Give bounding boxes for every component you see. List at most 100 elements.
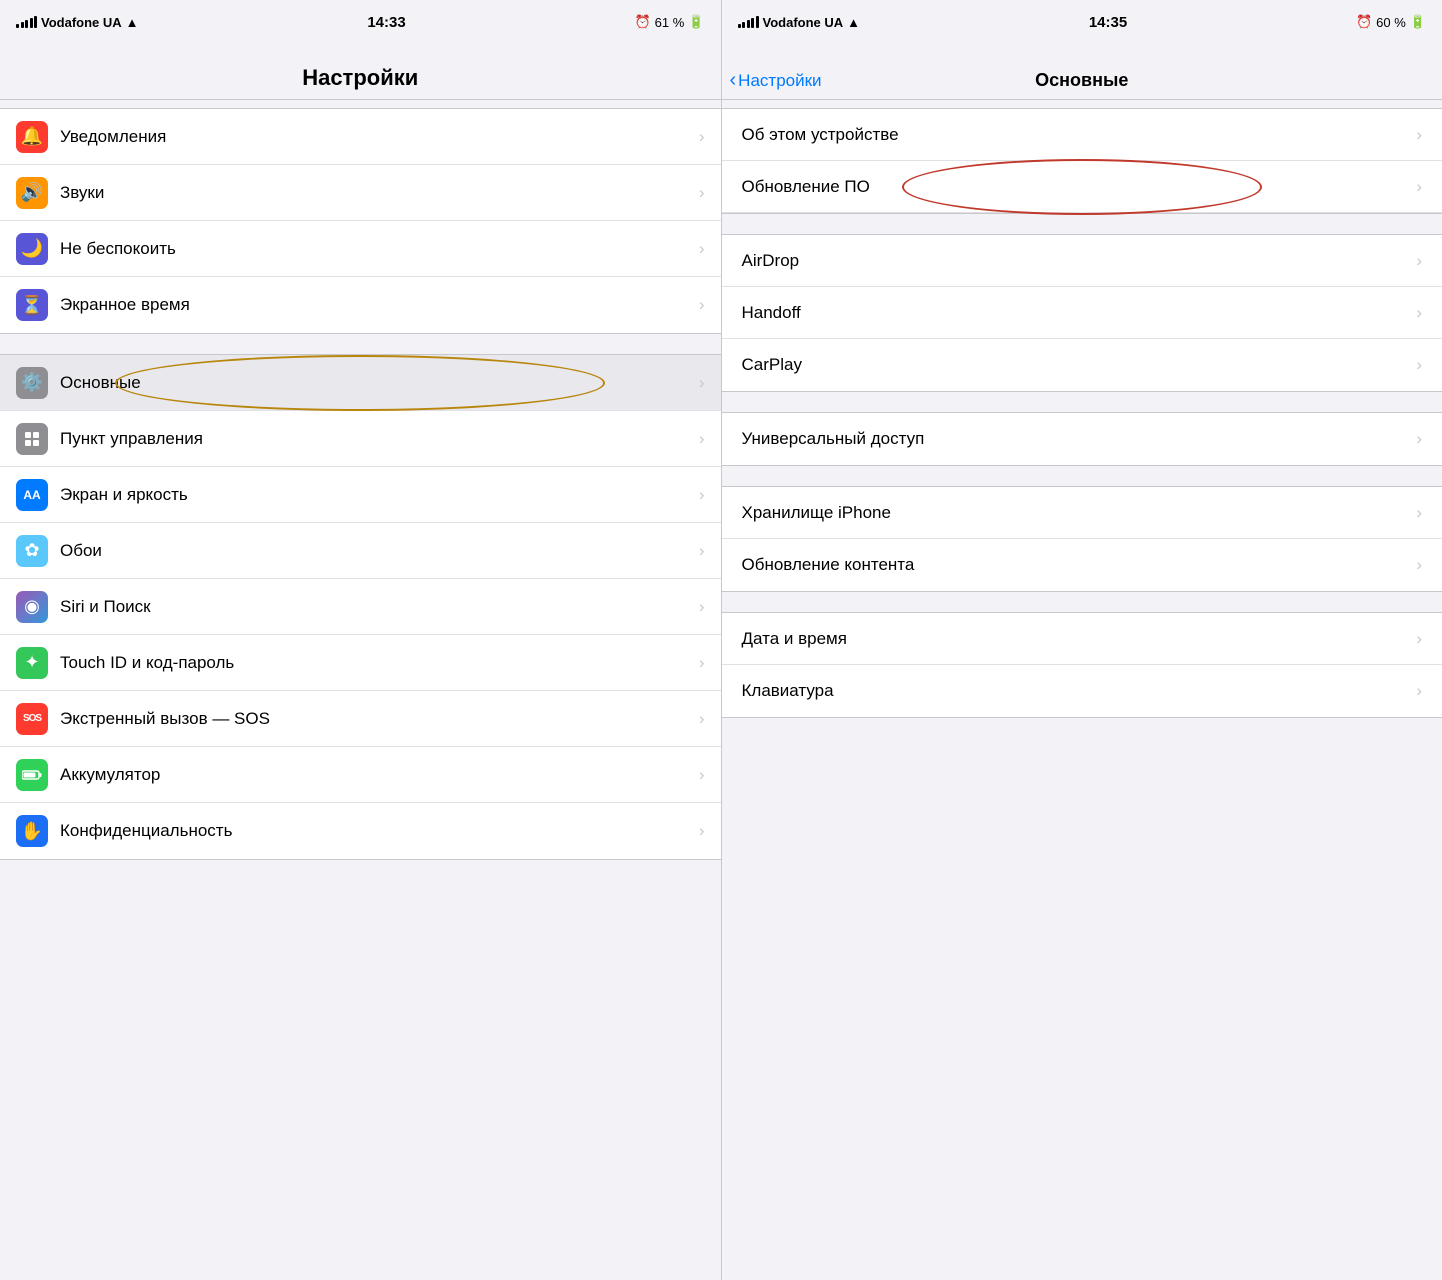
signal-bars-left [16, 16, 37, 28]
row-control-center[interactable]: Пункт управления › [0, 411, 721, 467]
chevron-screen-time: › [699, 295, 705, 315]
sos-icon: SOS [16, 703, 48, 735]
row-handoff[interactable]: Handoff › [722, 287, 1442, 339]
display-icon: AA [16, 479, 48, 511]
row-date-time[interactable]: Дата и время › [722, 613, 1442, 665]
airdrop-label: AirDrop [742, 251, 1417, 271]
left-status-left: Vodafone UA ▲ [16, 15, 139, 30]
carrier-right: Vodafone UA [763, 15, 844, 30]
left-nav-bar: Настройки [0, 44, 721, 100]
chevron-keyboard: › [1416, 681, 1422, 701]
row-general[interactable]: ⚙️ Основные › [0, 355, 721, 411]
screen-time-label: Экранное время [60, 295, 699, 315]
chevron-sounds: › [699, 183, 705, 203]
row-dnd[interactable]: 🌙 Не беспокоить › [0, 221, 721, 277]
battery-left: 61 % [655, 15, 685, 30]
control-center-label: Пункт управления [60, 429, 699, 449]
row-airdrop[interactable]: AirDrop › [722, 235, 1442, 287]
chevron-airdrop: › [1416, 251, 1422, 271]
r-gap3 [722, 466, 1442, 486]
right-nav-title: Основные [1035, 70, 1128, 91]
row-screen-time[interactable]: ⏳ Экранное время › [0, 277, 721, 333]
right-group-5: Дата и время › Клавиатура › [722, 612, 1442, 718]
software-update-container: Обновление ПО › [722, 161, 1442, 213]
row-notifications[interactable]: 🔔 Уведомления › [0, 109, 721, 165]
rbar4 [751, 18, 754, 28]
gap1 [0, 100, 721, 108]
right-status-right: ⏰ 60 % 🔋 [1356, 14, 1426, 30]
right-status-bar: Vodafone UA ▲ 14:35 ⏰ 60 % 🔋 [722, 0, 1442, 44]
row-sos[interactable]: SOS Экстренный вызов — SOS › [0, 691, 721, 747]
rbar2 [742, 22, 745, 28]
right-nav-bar: ‹ Настройки Основные [722, 44, 1442, 100]
battery-row-label: Аккумулятор [60, 765, 699, 785]
r-gap2 [722, 392, 1442, 412]
bg-refresh-label: Обновление контента [742, 555, 1417, 575]
row-wallpaper[interactable]: ✿ Обои › [0, 523, 721, 579]
time-left: 14:33 [367, 14, 405, 31]
r-gap5 [722, 718, 1442, 738]
r-gap4 [722, 592, 1442, 612]
row-sounds[interactable]: 🔊 Звуки › [0, 165, 721, 221]
chevron-siri: › [699, 597, 705, 617]
sos-label: Экстренный вызов — SOS [60, 709, 699, 729]
privacy-icon: ✋ [16, 815, 48, 847]
row-iphone-storage[interactable]: Хранилище iPhone › [722, 487, 1442, 539]
carplay-label: CarPlay [742, 355, 1417, 375]
rbar1 [738, 24, 741, 28]
battery-right: 60 % [1376, 15, 1406, 30]
chevron-carplay: › [1416, 355, 1422, 375]
battery-row-icon [16, 759, 48, 791]
row-carplay[interactable]: CarPlay › [722, 339, 1442, 391]
wallpaper-icon: ✿ [16, 535, 48, 567]
back-chevron: ‹ [730, 70, 737, 90]
siri-label: Siri и Поиск [60, 597, 699, 617]
row-battery[interactable]: Аккумулятор › [0, 747, 721, 803]
alarm-icon-right: ⏰ [1356, 14, 1372, 30]
left-panel: Vodafone UA ▲ 14:33 ⏰ 61 % 🔋 Настройки 🔔… [0, 0, 721, 1280]
about-label: Об этом устройстве [742, 125, 1417, 145]
row-bg-refresh[interactable]: Обновление контента › [722, 539, 1442, 591]
row-siri[interactable]: ◉ Siri и Поиск › [0, 579, 721, 635]
accessibility-label: Универсальный доступ [742, 429, 1417, 449]
row-keyboard[interactable]: Клавиатура › [722, 665, 1442, 717]
bar4 [30, 18, 33, 28]
alarm-icon-left: ⏰ [634, 14, 650, 30]
r-gap1 [722, 214, 1442, 234]
chevron-cc: › [699, 429, 705, 449]
left-nav-title: Настройки [302, 65, 418, 91]
bar5 [34, 16, 37, 28]
right-group-1: Об этом устройстве › Обновление ПО › [722, 108, 1442, 214]
chevron-notifications: › [699, 127, 705, 147]
left-group-2: ⚙️ Основные › Пункт управления › AA Экра… [0, 354, 721, 860]
touchid-label: Touch ID и код-пароль [60, 653, 699, 673]
back-button[interactable]: ‹ Настройки [730, 71, 822, 91]
left-status-right: ⏰ 61 % 🔋 [634, 14, 704, 30]
left-group-1: 🔔 Уведомления › 🔊 Звуки › 🌙 Не беспокоит… [0, 108, 721, 334]
row-privacy[interactable]: ✋ Конфиденциальность › [0, 803, 721, 859]
chevron-about: › [1416, 125, 1422, 145]
row-touchid[interactable]: ✦ Touch ID и код-пароль › [0, 635, 721, 691]
touchid-icon: ✦ [16, 647, 48, 679]
notifications-label: Уведомления [60, 127, 699, 147]
chevron-display: › [699, 485, 705, 505]
chevron-software-update: › [1416, 177, 1422, 197]
bar2 [21, 22, 24, 28]
row-about[interactable]: Об этом устройстве › [722, 109, 1442, 161]
right-panel: Vodafone UA ▲ 14:35 ⏰ 60 % 🔋 ‹ Настройки… [722, 0, 1442, 1280]
row-software-update[interactable]: Обновление ПО › [722, 161, 1442, 213]
chevron-dnd: › [699, 239, 705, 259]
time-right: 14:35 [1089, 14, 1127, 31]
handoff-label: Handoff [742, 303, 1417, 323]
row-accessibility[interactable]: Универсальный доступ › [722, 413, 1442, 465]
battery-icon-right: 🔋 [1410, 14, 1426, 30]
back-label: Настройки [738, 71, 821, 91]
r-gap0 [722, 100, 1442, 108]
software-update-label: Обновление ПО [742, 177, 1417, 197]
row-display[interactable]: AA Экран и яркость › [0, 467, 721, 523]
carrier-left: Vodafone UA [41, 15, 122, 30]
chevron-touchid: › [699, 653, 705, 673]
notifications-icon: 🔔 [16, 121, 48, 153]
chevron-handoff: › [1416, 303, 1422, 323]
chevron-wallpaper: › [699, 541, 705, 561]
